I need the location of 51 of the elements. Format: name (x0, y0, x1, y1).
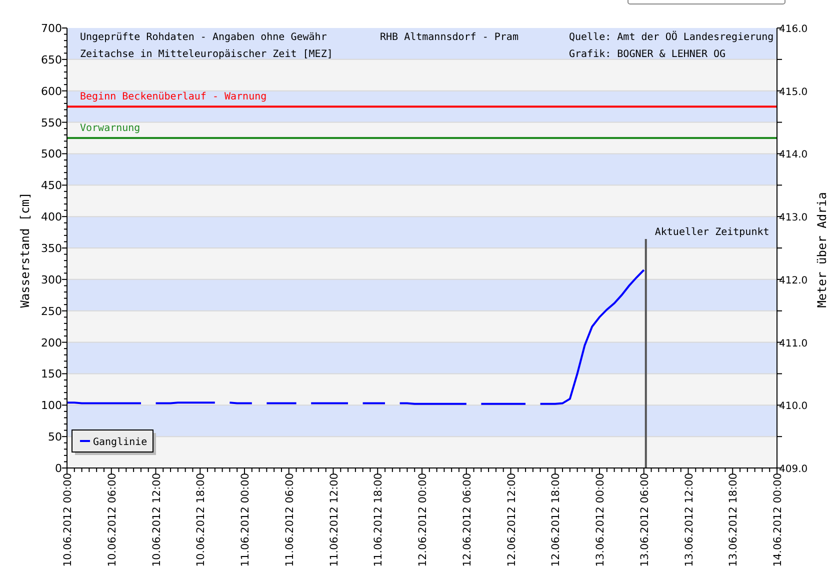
x-tick-label: 10.06.2012 00:00 (62, 473, 74, 567)
x-tick-label: 13.06.2012 18:00 (728, 473, 740, 567)
y-tick-label: 650 (41, 53, 62, 66)
y-tick-label: 450 (41, 179, 62, 192)
y-axis-title: Wasserstand [cm] (18, 192, 32, 308)
y-tick-label: 300 (41, 273, 62, 286)
x-tick-label: 12.06.2012 00:00 (417, 473, 429, 567)
y-tick-label: 50 (48, 430, 62, 444)
secondary-tick-label: 413.0 (779, 212, 808, 224)
x-tick-label: 12.06.2012 12:00 (506, 473, 518, 567)
header-note: Zeitachse in Mitteleuropäischer Zeit [MEZ] (80, 49, 333, 60)
y-tick-label: 150 (41, 368, 62, 381)
y-tick-label: 550 (41, 116, 62, 130)
secondary-tick-label: 410.0 (779, 401, 808, 412)
x-tick-label: 11.06.2012 12:00 (328, 473, 340, 567)
y-tick-label: 500 (41, 148, 62, 161)
secondary-tick-label: 416.0 (779, 24, 808, 35)
y-tick-label: 250 (41, 304, 62, 318)
x-tick-label: 10.06.2012 06:00 (106, 473, 118, 567)
x-tick-label: 12.06.2012 18:00 (550, 473, 562, 567)
y-tick-label: 350 (41, 242, 62, 255)
current-time-label: Aktueller Zeitpunkt (654, 227, 770, 238)
threshold-label: Vorwarnung (80, 123, 140, 134)
x-tick-label: 14.06.2012 00:00 (772, 473, 784, 567)
x-tick-label: 11.06.2012 00:00 (240, 473, 252, 567)
credit-text: Quelle: Amt der OÖ Landesregierung (569, 32, 774, 43)
x-tick-label: 10.06.2012 18:00 (195, 473, 208, 567)
x-tick-label: 10.06.2012 12:00 (150, 473, 163, 567)
y-tick-label: 600 (41, 84, 62, 98)
secondary-tick-label: 411.0 (779, 338, 808, 350)
secondary-tick-label: 415.0 (779, 86, 808, 98)
x-tick-label: 13.06.2012 06:00 (638, 473, 651, 567)
y-tick-label: 0 (55, 462, 62, 475)
header-note: Ungeprüfte Rohdaten - Angaben ohne Gewähr (80, 32, 327, 43)
secondary-axis-title: Meter über Adria (815, 192, 829, 308)
credit-text: Grafik: BOGNER & LEHNER OG (569, 49, 726, 60)
x-tick-label: 11.06.2012 18:00 (372, 473, 385, 567)
secondary-tick-label: 414.0 (779, 150, 808, 161)
station-title: RHB Altmannsdorf - Pram (380, 32, 518, 43)
secondary-tick-label: 412.0 (779, 275, 808, 286)
y-tick-label: 200 (41, 336, 62, 350)
x-tick-label: 13.06.2012 00:00 (594, 473, 606, 567)
threshold-label: Beginn Beckenüberlauf - Warnung (80, 92, 267, 103)
legend-label: Ganglinie (93, 437, 148, 448)
x-tick-label: 12.06.2012 06:00 (461, 473, 474, 567)
secondary-tick-label: 409.0 (779, 464, 808, 475)
y-tick-label: 700 (41, 22, 62, 35)
y-tick-label: 100 (41, 399, 62, 412)
x-tick-label: 11.06.2012 06:00 (284, 473, 296, 567)
y-tick-label: 400 (41, 210, 62, 224)
x-tick-label: 13.06.2012 12:00 (683, 473, 696, 567)
